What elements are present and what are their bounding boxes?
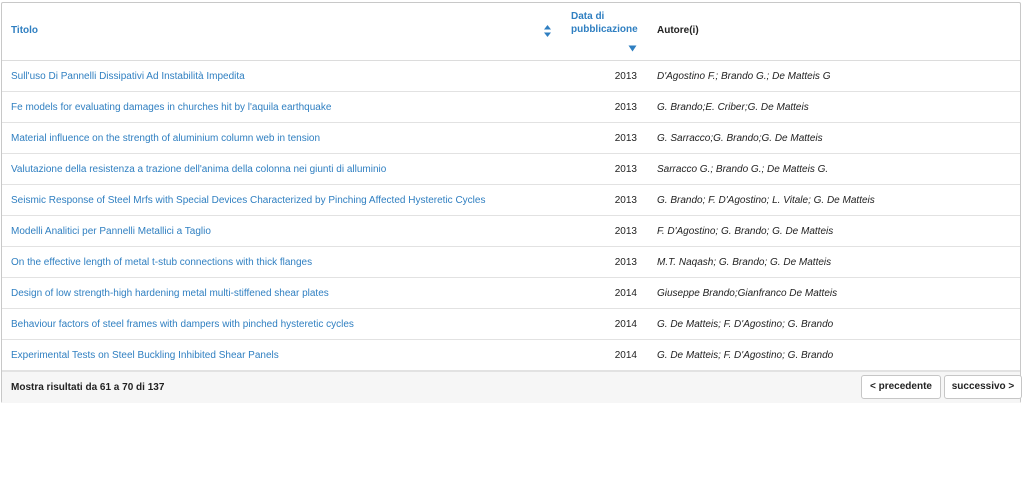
item-authors: Sarracco G.; Brando G.; De Matteis G. [657, 164, 829, 175]
item-title-link[interactable]: Modelli Analitici per Pannelli Metallici… [11, 226, 211, 237]
table-row: Sull'uso Di Pannelli Dissipativi Ad Inst… [2, 61, 1020, 92]
item-title-link[interactable]: Fe models for evaluating damages in chur… [11, 102, 331, 113]
item-year: 2013 [614, 226, 637, 237]
item-title-link[interactable]: Valutazione della resistenza a trazione … [11, 164, 386, 175]
item-authors: D'Agostino F.; Brando G.; De Matteis G [657, 71, 831, 82]
item-authors: G. Brando; F. D'Agostino; L. Vitale; G. … [657, 195, 875, 206]
table-row: On the effective length of metal t-stub … [2, 247, 1020, 278]
item-title-link[interactable]: Sull'uso Di Pannelli Dissipativi Ad Inst… [11, 71, 245, 82]
item-authors: G. De Matteis; F. D'Agostino; G. Brando [657, 350, 834, 361]
item-year: 2014 [614, 350, 637, 361]
item-year: 2014 [614, 319, 637, 330]
table-row: Modelli Analitici per Pannelli Metallici… [2, 216, 1020, 247]
column-header-authors: Autore(i) [657, 25, 699, 36]
item-year: 2013 [614, 164, 637, 175]
sort-both-icon[interactable] [543, 24, 552, 38]
column-header-title[interactable]: Titolo [11, 25, 38, 36]
table-row: Behaviour factors of steel frames with d… [2, 309, 1020, 340]
item-authors: G. De Matteis; F. D'Agostino; G. Brando [657, 319, 834, 330]
item-year: 2014 [614, 288, 637, 299]
item-title-link[interactable]: Material influence on the strength of al… [11, 133, 320, 144]
results-panel: Titolo Data di pubblicazione Autore(i) S… [1, 2, 1022, 403]
table-row: Experimental Tests on Steel Buckling Inh… [2, 340, 1020, 371]
item-authors: Giuseppe Brando;Gianfranco De Matteis [657, 288, 838, 299]
item-authors: G. Sarracco;G. Brando;G. De Matteis [657, 133, 823, 144]
item-title-link[interactable]: On the effective length of metal t-stub … [11, 257, 312, 268]
table-row: Seismic Response of Steel Mrfs with Spec… [2, 185, 1020, 216]
item-title-link[interactable]: Design of low strength-high hardening me… [11, 288, 329, 299]
item-title-link[interactable]: Experimental Tests on Steel Buckling Inh… [11, 350, 279, 361]
column-header-date-line2: pubblicazione [571, 24, 638, 35]
table-header: Titolo Data di pubblicazione Autore(i) [2, 3, 1020, 61]
sort-desc-icon[interactable] [628, 45, 637, 52]
results-count: Mostra risultati da 61 a 70 di 137 [11, 382, 165, 393]
table-row: Fe models for evaluating damages in chur… [2, 92, 1020, 123]
item-year: 2013 [614, 257, 637, 268]
table-row: Valutazione della resistenza a trazione … [2, 154, 1020, 185]
table-footer: Mostra risultati da 61 a 70 di 137 < pre… [2, 371, 1022, 403]
item-year: 2013 [614, 102, 637, 113]
item-authors: F. D'Agostino; G. Brando; G. De Matteis [657, 226, 834, 237]
item-authors: M.T. Naqash; G. Brando; G. De Matteis [657, 257, 832, 268]
item-year: 2013 [614, 133, 637, 144]
column-header-date[interactable]: Data di pubblicazione [571, 10, 638, 36]
item-title-link[interactable]: Seismic Response of Steel Mrfs with Spec… [11, 195, 485, 206]
item-title-link[interactable]: Behaviour factors of steel frames with d… [11, 319, 354, 330]
table-row: Material influence on the strength of al… [2, 123, 1020, 154]
item-year: 2013 [614, 195, 637, 206]
table-row: Design of low strength-high hardening me… [2, 278, 1020, 309]
item-authors: G. Brando;E. Criber;G. De Matteis [657, 102, 809, 113]
item-year: 2013 [614, 71, 637, 82]
next-page-button[interactable]: successivo > [944, 375, 1022, 399]
column-header-date-line1: Data di [571, 11, 605, 22]
previous-page-button[interactable]: < precedente [861, 375, 941, 399]
